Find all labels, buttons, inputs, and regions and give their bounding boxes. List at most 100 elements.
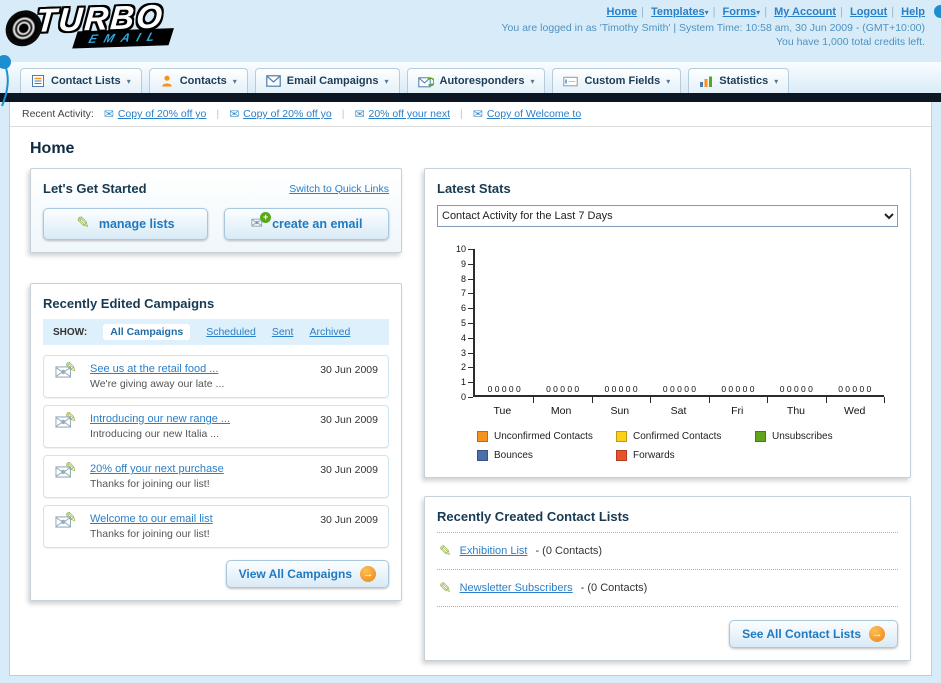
y-axis-label: 7 [460,288,466,298]
x-axis-label: Fri [731,405,744,417]
view-all-campaigns-label: View All Campaigns [238,567,352,581]
pencil-icon: ✎ [76,215,90,232]
tab-email-campaigns[interactable]: Email Campaigns ▾ [254,68,400,93]
contact-list-detail: - (0 Contacts) [580,582,648,594]
contact-list-item: ✎ Newsletter Subscribers - (0 Contacts) [437,570,898,607]
campaign-title-link[interactable]: Welcome to our email list [90,513,310,525]
campaign-title-link[interactable]: Introducing our new range ... [90,413,310,425]
stats-period-select[interactable]: Contact Activity for the Last 7 Days [437,205,898,227]
y-axis-label: 1 [460,377,466,387]
campaign-title-link[interactable]: See us at the retail food ... [90,363,310,375]
tab-label: Contact Lists [51,75,121,87]
login-info: You are logged in as 'Timothy Smith' | S… [501,22,925,34]
create-email-label: create an email [272,217,363,231]
envelope-icon: ✉ [472,107,483,121]
page-edge-decoration [0,55,11,107]
tab-contact-lists[interactable]: Contact Lists ▾ [20,68,142,93]
view-all-campaigns-button[interactable]: View All Campaigns → [225,560,389,588]
contact-list-link[interactable]: Exhibition List [460,545,528,557]
bar-group-values: 0 0 0 0 0 [838,384,872,394]
dropdown-arrow-icon: ▾ [530,76,535,86]
arrow-right-icon: → [869,626,885,642]
recent-contact-lists-box: Recently Created Contact Lists ✎ Exhibit… [424,496,911,661]
y-axis-label: 0 [460,392,466,402]
legend-swatch [616,450,627,461]
campaign-edit-icon: ✉ ✎ [54,459,77,485]
y-axis-tick [468,397,473,398]
manage-lists-label: manage lists [98,217,175,231]
y-axis-tick [468,264,473,265]
see-all-contact-lists-label: See All Contact Lists [742,627,861,641]
switch-quick-links-link[interactable]: Switch to Quick Links [289,183,389,195]
tab-label: Autoresponders [439,75,525,87]
legend-label: Unconfirmed Contacts [494,431,593,442]
legend-item: Unconfirmed Contacts [477,431,616,442]
nav-link-logout[interactable]: Logout [850,6,887,18]
x-axis-tick [533,397,535,403]
see-all-contact-lists-button[interactable]: See All Contact Lists → [729,620,898,648]
top-nav: Home | Templates▾ | Forms▾ | My Account | Lo… [501,6,925,18]
manage-lists-button[interactable]: ✎ manage lists [43,208,208,240]
bar-group-values: 0 0 0 0 0 [546,384,580,394]
tab-statistics[interactable]: Statistics ▾ [688,68,790,93]
campaign-date: 30 Jun 2009 [320,514,378,526]
recent-activity-link[interactable]: Copy of Welcome to [487,108,581,120]
campaigns-tab-all[interactable]: All Campaigns [103,324,191,340]
y-axis-tick [468,293,473,294]
tab-autoresponders[interactable]: Autoresponders ▾ [406,68,546,93]
get-started-title: Let's Get Started [43,181,147,196]
y-axis-label: 8 [460,274,466,284]
recent-activity-link[interactable]: 20% off your next [369,108,451,120]
legend-label: Confirmed Contacts [633,431,722,442]
x-axis-label: Sun [610,405,630,417]
nav-separator: | [840,6,843,18]
y-axis-tick [468,323,473,324]
tab-contacts[interactable]: Contacts ▾ [148,68,248,93]
nav-link-my-account[interactable]: My Account [774,6,836,18]
dropdown-arrow-icon: ▾ [774,76,779,86]
contact-lists-title: Recently Created Contact Lists [437,509,630,524]
x-axis-tick [591,397,593,403]
bar-value-labels: 0 0 0 0 0 0 0 0 0 0 0 0 0 0 0 0 0 0 0 0 0 0 … [475,384,884,394]
campaigns-tab-archived[interactable]: Archived [309,326,350,338]
contact-list-link[interactable]: Newsletter Subscribers [460,582,573,594]
tab-custom-fields[interactable]: Custom Fields ▾ [552,68,682,93]
y-axis-label: 4 [460,333,466,343]
email-campaigns-icon [265,75,281,87]
recent-activity-bar: Recent Activity: ✉ Copy of 20% off yo | … [10,102,931,127]
recent-activity-link[interactable]: Copy of 20% off yo [118,108,207,120]
nav-separator: | [712,6,716,18]
nav-divider-bar [0,93,941,102]
envelope-icon: ✉ [103,107,114,121]
envelope-plus-icon: ✉ + [251,212,272,231]
nav-link-help[interactable]: Help [901,6,925,18]
x-axis-tick [884,397,885,403]
bar-group-values: 0 0 0 0 0 [662,384,697,394]
y-axis-label: 9 [460,259,466,269]
contact-list-detail: - (0 Contacts) [535,545,603,557]
campaigns-tab-scheduled[interactable]: Scheduled [206,326,256,338]
y-axis-label: 10 [455,244,466,254]
tab-label: Statistics [719,75,769,87]
bar-group-values: 0 0 0 0 0 [487,384,521,394]
stats-plot: 0 1 2 3 4 5 6 7 8 9 10 0 0 0 0 00 0 0 0 00 0 0 0 00… [456,244,885,403]
create-email-button[interactable]: ✉ + create an email [224,208,389,240]
app-logo: TURBO EMAIL [4,0,175,51]
campaign-edit-icon: ✉ ✎ [54,409,77,435]
nav-link-home[interactable]: Home [607,6,638,18]
recent-campaigns-box: Recently Edited Campaigns SHOW: All Camp… [30,283,402,601]
legend-swatch [477,431,488,442]
y-axis-label: 5 [460,318,466,328]
arrow-right-icon: → [360,566,376,582]
campaigns-tab-sent[interactable]: Sent [272,326,294,338]
recent-activity-link[interactable]: Copy of 20% off yo [243,108,332,120]
stats-legend: Unconfirmed Contacts Confirmed Contacts Un… [477,431,898,461]
legend-item: Unsubscribes [755,431,894,442]
nav-link-templates[interactable]: Templates [651,6,705,18]
recent-activity-item: ✉ Copy of 20% off yo [229,107,332,121]
legend-item: Bounces [477,450,616,461]
nav-link-forms[interactable]: Forms [723,6,757,18]
campaign-title-link[interactable]: 20% off your next purchase [90,463,310,475]
campaign-subtitle: We're giving away our late ... [90,378,225,390]
stats-xlabels: Tue Mon Sun Sat Fri Thu Wed [473,405,884,417]
